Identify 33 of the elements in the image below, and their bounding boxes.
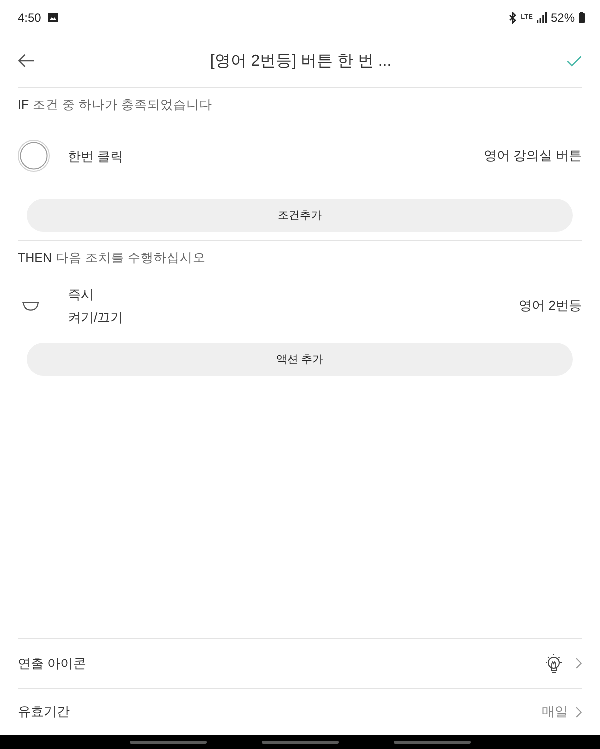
- navigation-handle[interactable]: [130, 740, 206, 744]
- light-bulb-icon: [543, 652, 565, 674]
- section-keyword: IF: [18, 97, 30, 113]
- setting-value: 매일: [542, 703, 568, 721]
- add-button[interactable]: 액션 추가: [27, 343, 573, 376]
- chevron-right-icon[interactable]: [576, 658, 582, 669]
- device-name: 영어 2번등: [519, 297, 582, 315]
- check-icon: [567, 56, 582, 66]
- section-heading: 다음 조치를 수행하십시오: [56, 250, 206, 266]
- navigation-handle[interactable]: [262, 740, 338, 744]
- ring-icon: [18, 140, 50, 172]
- trigger-label: 한번 클릭: [68, 148, 124, 166]
- battery-percent: 52%: [550, 10, 575, 24]
- setting-label: 유효기간: [18, 703, 70, 721]
- add-button[interactable]: 조건추가: [27, 199, 573, 232]
- confirm-button[interactable]: [567, 56, 582, 66]
- ceiling-lamp-icon: [22, 302, 40, 310]
- action-timing: 즉시: [68, 286, 94, 304]
- page-title: [영어 2번등] 버튼 한 번 ...: [209, 52, 393, 72]
- device-name: 영어 강의실 버튼: [484, 147, 582, 165]
- chevron-right-icon[interactable]: [576, 706, 582, 718]
- section-heading: 조건 중 하나가 충족되었습니다: [33, 97, 213, 113]
- action-label: 켜기/끄기: [68, 309, 124, 327]
- setting-label: 연출 아이콘: [18, 654, 87, 672]
- section-keyword: THEN: [18, 250, 52, 266]
- back-arrow-icon: [18, 54, 35, 68]
- bluetooth-icon: [509, 12, 518, 24]
- back-button[interactable]: [18, 54, 35, 68]
- signal-icon: [536, 12, 547, 23]
- status-time: 4:50: [18, 10, 42, 24]
- battery-icon: [579, 12, 585, 23]
- image-icon: [48, 13, 58, 22]
- navigation-handle[interactable]: [394, 740, 470, 744]
